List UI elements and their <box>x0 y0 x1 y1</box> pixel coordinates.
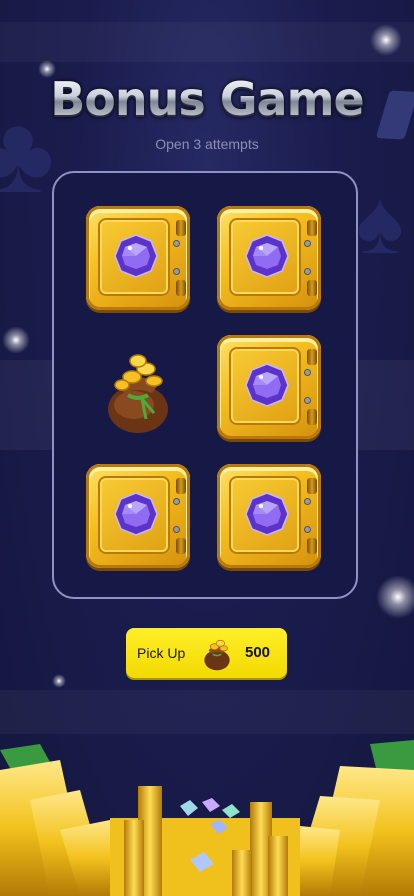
safe-hinge <box>307 538 317 554</box>
safe-hinge <box>307 478 317 494</box>
safe-cell[interactable] <box>86 464 192 570</box>
sparkle-glow <box>370 24 402 56</box>
safe-hinge <box>176 538 186 554</box>
safe-cell[interactable] <box>217 206 323 312</box>
attempts-subtitle: Open 3 attempts <box>155 136 259 152</box>
gem-icon <box>114 234 158 278</box>
pick-up-label: Pick Up <box>137 645 186 661</box>
safe-box[interactable] <box>217 464 321 568</box>
bonus-grid-board <box>52 171 358 599</box>
safe-hinge <box>307 349 317 365</box>
opened-cell <box>86 335 192 441</box>
sparkle-glow <box>376 575 414 619</box>
page-title: Bonus Game <box>0 72 414 126</box>
sparkle-glow <box>52 674 66 688</box>
money-bag-icon <box>108 354 168 433</box>
safe-knob <box>304 240 311 247</box>
safe-knob <box>304 397 311 404</box>
safe-knob <box>173 240 180 247</box>
pick-up-button[interactable]: Pick Up 500 <box>126 628 287 678</box>
safe-knob <box>304 369 311 376</box>
safe-hinge <box>307 280 317 296</box>
safe-hinge <box>176 220 186 236</box>
safe-cell[interactable] <box>217 335 323 441</box>
safe-box[interactable] <box>86 464 190 568</box>
pick-up-value: 500 <box>245 644 271 661</box>
safe-knob <box>173 498 180 505</box>
gem-icon <box>114 492 158 536</box>
safe-hinge <box>176 478 186 494</box>
safe-knob <box>304 498 311 505</box>
safe-cell[interactable] <box>86 206 192 312</box>
gem-icon <box>245 492 289 536</box>
background-panel-stripe <box>0 22 414 62</box>
sparkle-glow <box>2 326 30 354</box>
safe-box[interactable] <box>217 335 321 439</box>
safe-hinge <box>307 220 317 236</box>
background-panel-stripe <box>0 690 414 734</box>
safe-box[interactable] <box>86 206 190 310</box>
gem-icon <box>245 234 289 278</box>
safe-knob <box>173 268 180 275</box>
safe-knob <box>304 526 311 533</box>
safe-hinge <box>176 280 186 296</box>
safe-box[interactable] <box>217 206 321 310</box>
gem-icon <box>245 363 289 407</box>
safe-knob <box>304 268 311 275</box>
treasure-pile-illustration <box>0 740 414 896</box>
safe-hinge <box>307 409 317 425</box>
safe-knob <box>173 526 180 533</box>
money-bag-icon <box>204 639 230 671</box>
safe-cell[interactable] <box>217 464 323 570</box>
background-spade-suit-icon: ♠ <box>356 173 404 273</box>
